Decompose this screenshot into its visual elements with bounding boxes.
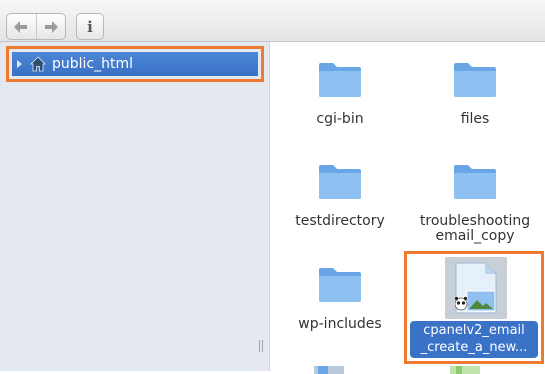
file-item-wp-includes[interactable]: wp-includes <box>275 267 405 332</box>
info-icon: i <box>87 17 93 36</box>
forward-button[interactable] <box>35 14 66 39</box>
file-label: testdirectory <box>295 213 385 229</box>
file-item-cgi-bin[interactable]: cgi-bin <box>275 62 405 127</box>
arrow-left-icon <box>14 20 28 33</box>
folder-icon <box>454 63 496 97</box>
folder-icon <box>319 268 361 302</box>
file-label-line2: _create_a_new... <box>420 340 528 355</box>
toolbar: i <box>0 0 545 42</box>
partial-file-icon <box>450 366 480 374</box>
file-item-testdirectory[interactable]: testdirectory <box>275 164 405 229</box>
file-label-line1: cpanelv2_email <box>423 323 525 338</box>
tree-item-public-html[interactable]: public_html <box>12 52 258 76</box>
sidebar-resize-handle[interactable] <box>259 340 263 352</box>
file-label: files <box>460 111 490 127</box>
folder-tree-sidebar: public_html <box>0 42 270 371</box>
file-label: wp-includes <box>298 316 382 332</box>
back-button[interactable] <box>7 14 36 39</box>
file-label-selected: cpanelv2_email _create_a_new... <box>410 321 538 358</box>
arrow-right-icon <box>44 20 58 33</box>
info-button[interactable]: i <box>76 13 104 40</box>
image-file-icon <box>455 262 497 314</box>
tree-item-highlight: public_html <box>6 46 264 82</box>
home-icon <box>30 56 46 72</box>
tree-item-label: public_html <box>52 56 134 72</box>
file-label: troubleshooting email_copy <box>419 213 531 244</box>
file-label: cgi-bin <box>316 111 364 127</box>
file-item-troubleshooting[interactable]: troubleshooting email_copy <box>410 164 540 244</box>
folder-icon <box>454 165 496 199</box>
file-item-cpanelv2-email[interactable]: cpanelv2_email _create_a_new... <box>404 251 544 364</box>
file-grid: cgi-bin files testdirectory troubleshoot… <box>270 42 545 374</box>
partial-file-icon <box>314 366 344 374</box>
folder-icon <box>319 165 361 199</box>
navigation-button-group <box>6 13 66 40</box>
expand-arrow-icon[interactable] <box>17 60 22 68</box>
folder-icon <box>319 63 361 97</box>
file-item-files[interactable]: files <box>410 62 540 127</box>
